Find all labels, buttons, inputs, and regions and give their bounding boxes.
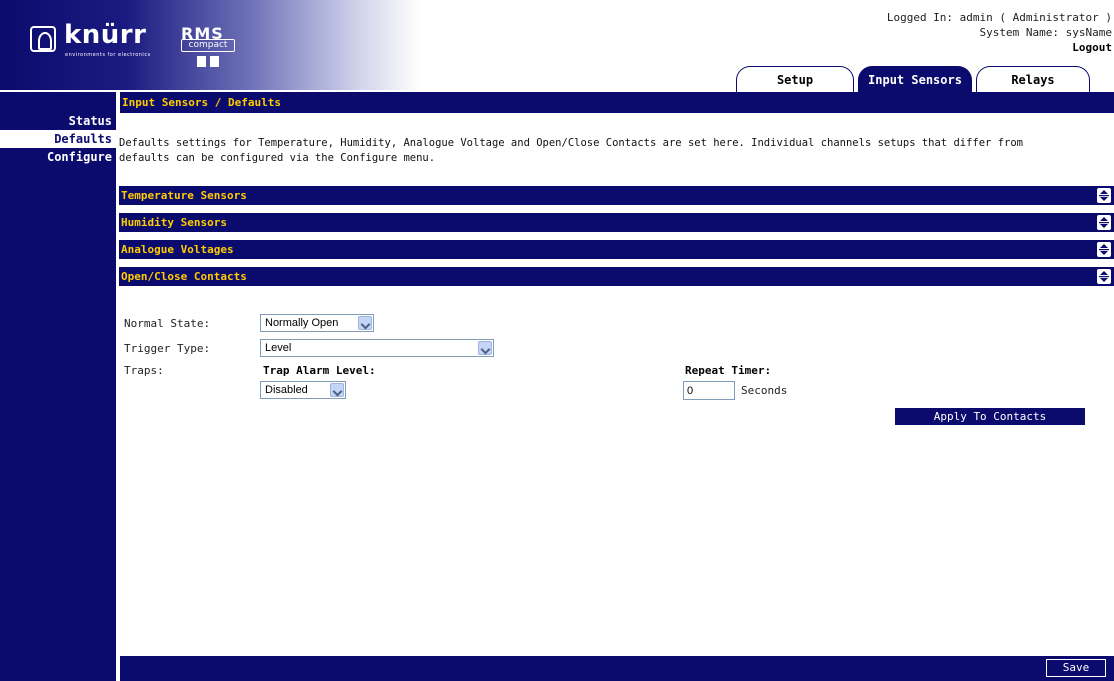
- system-name-text: System Name: sysName: [979, 26, 1112, 39]
- trigger-type-label: Trigger Type:: [124, 342, 211, 355]
- sidebar: Status Defaults Configure: [0, 92, 116, 681]
- section-analogue-voltages[interactable]: Analogue Voltages: [119, 240, 1114, 259]
- trap-alarm-level-select[interactable]: Disabled: [260, 381, 346, 399]
- sidebar-item-defaults[interactable]: Defaults: [0, 130, 116, 148]
- logout-link[interactable]: Logout: [887, 40, 1112, 55]
- knurr-wordmark: knürr: [64, 20, 147, 50]
- chevron-down-icon[interactable]: [358, 316, 372, 330]
- section-open-close-contacts[interactable]: Open/Close Contacts: [119, 267, 1114, 286]
- page-header: knürr environments for electronics RMS c…: [0, 0, 1114, 93]
- trigger-type-select[interactable]: Level: [260, 339, 494, 357]
- normal-state-select[interactable]: Normally Open: [260, 314, 374, 332]
- tab-input-sensors[interactable]: Input Sensors: [858, 66, 972, 93]
- normal-state-value: Normally Open: [265, 317, 339, 329]
- section-humidity-sensors[interactable]: Humidity Sensors: [119, 213, 1114, 232]
- section-label: Analogue Voltages: [121, 243, 234, 256]
- expand-collapse-icon[interactable]: [1097, 215, 1111, 230]
- rms-compact-label: compact: [181, 39, 235, 52]
- expand-collapse-icon[interactable]: [1097, 242, 1111, 257]
- content-title-bar: Input Sensors / Defaults: [120, 92, 1114, 113]
- traps-label: Traps:: [124, 364, 164, 377]
- intro-text: Defaults settings for Temperature, Humid…: [119, 137, 1023, 164]
- tab-relays[interactable]: Relays: [976, 66, 1090, 93]
- normal-state-label: Normal State:: [124, 317, 211, 330]
- chevron-down-icon[interactable]: [478, 341, 492, 355]
- knurr-tagline: environments for electronics: [65, 52, 151, 58]
- trap-alarm-level-label: Trap Alarm Level:: [263, 364, 376, 377]
- logged-in-text: Logged In: admin ( Administrator ): [886, 11, 1112, 24]
- section-label: Humidity Sensors: [121, 216, 227, 229]
- save-button[interactable]: Save: [1046, 659, 1106, 677]
- knurr-logo: knürr environments for electronics: [30, 20, 160, 62]
- repeat-timer-label: Repeat Timer:: [685, 364, 772, 377]
- section-temperature-sensors[interactable]: Temperature Sensors: [119, 186, 1114, 205]
- rms-compact-logo: RMS compact: [181, 24, 235, 68]
- sidebar-item-configure[interactable]: Configure: [47, 150, 112, 164]
- breadcrumb: Input Sensors / Defaults: [122, 96, 281, 109]
- section-label: Temperature Sensors: [121, 189, 247, 202]
- knurr-emblem-icon: [30, 26, 56, 52]
- expand-collapse-icon[interactable]: [1097, 269, 1111, 284]
- expand-collapse-icon[interactable]: [1097, 188, 1111, 203]
- apply-to-contacts-button[interactable]: Apply To Contacts: [895, 408, 1085, 425]
- trigger-type-value: Level: [265, 342, 292, 354]
- seconds-label: Seconds: [741, 384, 788, 397]
- sidebar-item-status[interactable]: Status: [69, 114, 112, 128]
- section-label: Open/Close Contacts: [121, 270, 247, 283]
- repeat-timer-input[interactable]: [683, 381, 735, 400]
- chevron-down-icon[interactable]: [330, 383, 344, 397]
- tab-setup[interactable]: Setup: [736, 66, 854, 93]
- login-info: Logged In: admin ( Administrator ) Syste…: [887, 10, 1112, 55]
- rms-bars-icon: [197, 56, 219, 67]
- footer-bar: Save: [120, 656, 1114, 681]
- logo-banner: knürr environments for electronics RMS c…: [0, 0, 420, 90]
- trap-alarm-level-value: Disabled: [265, 384, 308, 396]
